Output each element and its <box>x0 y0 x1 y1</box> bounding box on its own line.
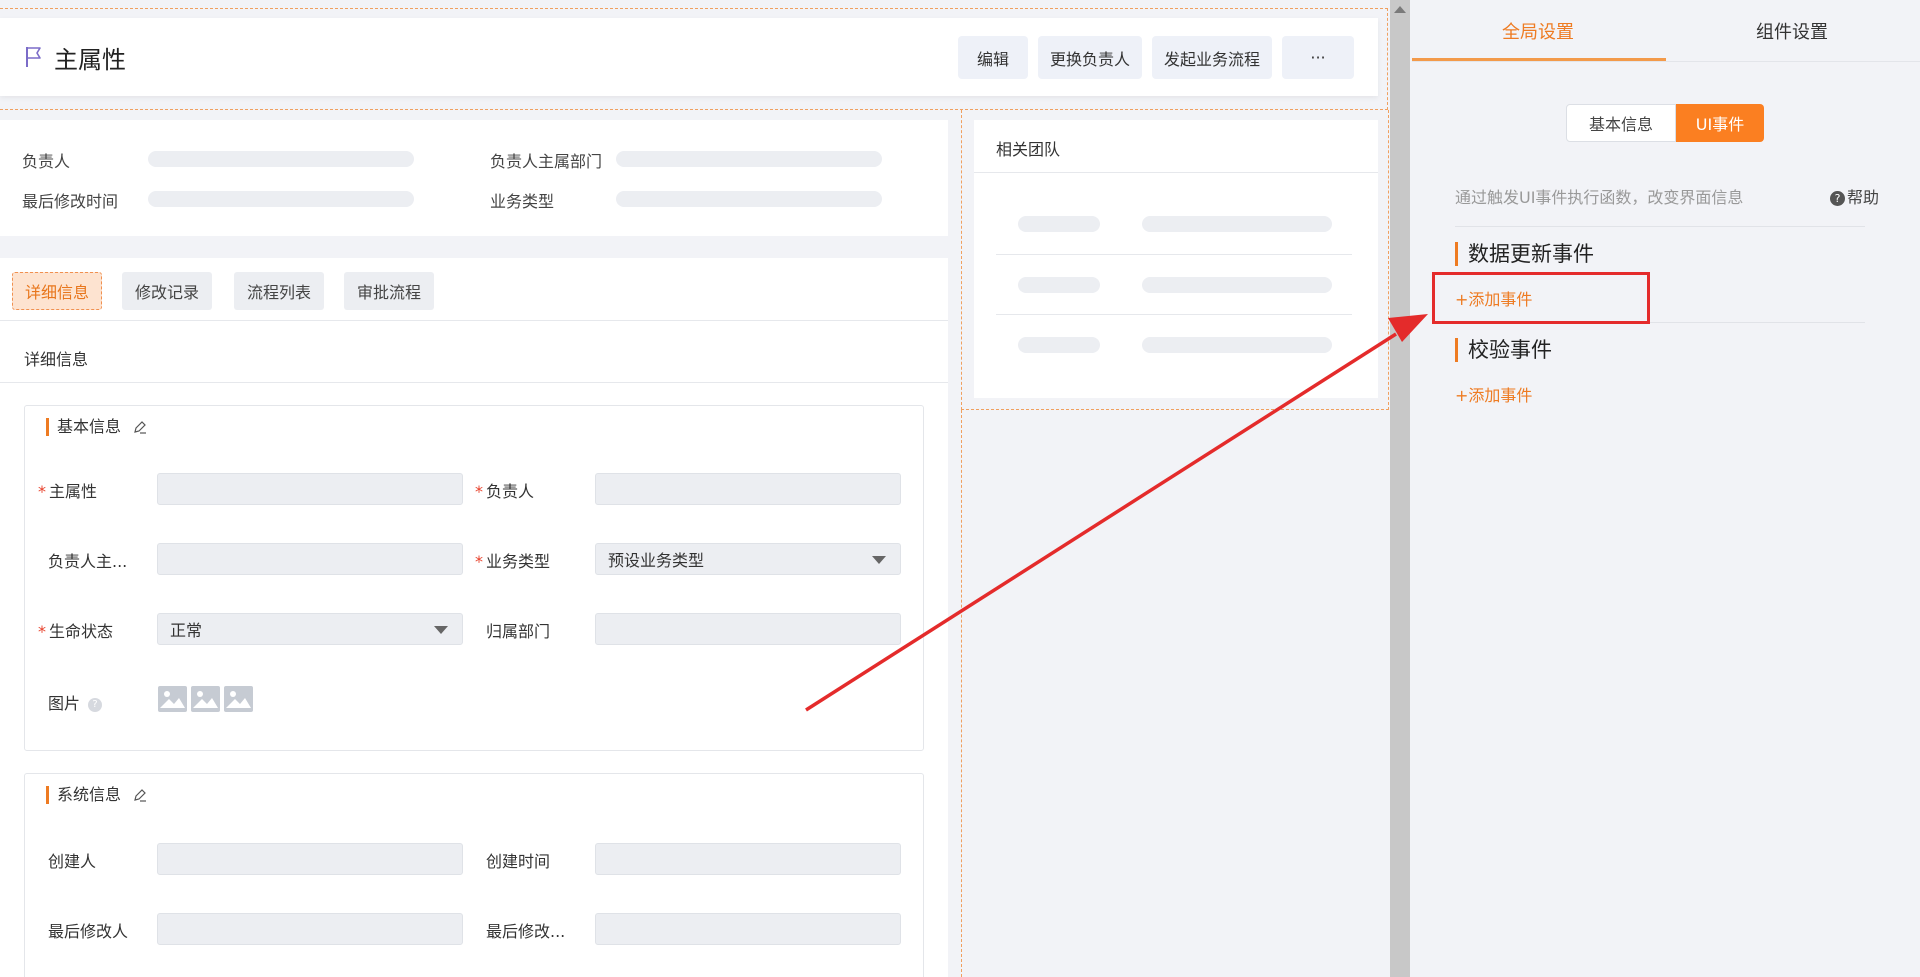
related-team-title: 相关团队 <box>996 140 1061 159</box>
change-owner-button[interactable]: 更换负责人 <box>1038 36 1142 79</box>
canvas-scrollbar[interactable] <box>1390 0 1410 977</box>
page-canvas: 主属性 编辑 更换负责人 发起业务流程 ··· 负责人 负责人主属部门 最后修改… <box>0 0 1390 977</box>
page-title: 主属性 <box>54 46 126 74</box>
main-attr-label: * 主属性 <box>38 482 98 501</box>
dept-label: 归属部门 <box>486 622 551 641</box>
add-validation-event-button[interactable]: +添加事件 <box>1455 382 1532 406</box>
system-info-group[interactable] <box>24 773 924 977</box>
section-divider <box>0 382 948 383</box>
tab-global-settings[interactable]: 全局设置 <box>1502 18 1574 44</box>
tab-component-settings[interactable]: 组件设置 <box>1756 18 1828 44</box>
question-icon: ? <box>88 697 103 712</box>
tab-process-list[interactable]: 流程列表 <box>234 272 324 310</box>
team-row-divider <box>996 254 1352 255</box>
life-status-select[interactable]: 正常 <box>157 613 463 645</box>
business-type-label: 业务类型 <box>490 192 555 211</box>
owner-label: 负责人 <box>22 152 71 171</box>
settings-panel <box>1410 0 1920 977</box>
image-placeholder-icon[interactable] <box>191 686 220 712</box>
business-type-select[interactable]: 预设业务类型 <box>595 543 901 575</box>
business-type-field-label: * 业务类型 <box>475 552 551 571</box>
chevron-down-icon <box>872 556 886 564</box>
last-modified-label: 最后修改时间 <box>22 192 119 211</box>
data-update-event-title: 数据更新事件 <box>1455 242 1594 266</box>
team-row-divider <box>996 314 1352 315</box>
help-icon: ? <box>1830 191 1845 206</box>
image-label: 图片? <box>48 690 103 714</box>
life-status-label: * 生命状态 <box>38 622 114 641</box>
creator-input[interactable] <box>157 843 463 875</box>
edit-pencil-icon[interactable] <box>133 788 147 802</box>
business-type-value-placeholder <box>616 191 882 207</box>
tab-detail[interactable]: 详细信息 <box>12 272 102 310</box>
help-link[interactable]: ? 帮助 <box>1830 184 1879 208</box>
team-skeleton <box>1018 277 1100 293</box>
image-placeholder-icon[interactable] <box>224 686 253 712</box>
team-skeleton <box>1018 337 1100 353</box>
main-attr-input[interactable] <box>157 473 463 505</box>
ui-event-hint: 通过触发UI事件执行函数，改变界面信息 <box>1455 188 1744 207</box>
last-modified-input[interactable] <box>595 913 901 945</box>
active-tab-indicator <box>1412 58 1666 61</box>
tabs-divider <box>0 320 948 321</box>
scroll-up-icon[interactable] <box>1394 6 1406 13</box>
column-guide-line <box>961 410 962 977</box>
owner-dept-field-label: 负责人主... <box>48 552 128 571</box>
team-skeleton <box>1142 337 1332 353</box>
segment-basic-info[interactable]: 基本信息 <box>1566 104 1676 142</box>
system-info-title: 系统信息 <box>46 786 121 804</box>
owner-dept-input[interactable] <box>157 543 463 575</box>
owner-input[interactable] <box>595 473 901 505</box>
tab-change-log[interactable]: 修改记录 <box>122 272 212 310</box>
team-skeleton <box>1142 277 1332 293</box>
related-team-card[interactable] <box>974 120 1378 398</box>
team-header-divider <box>974 172 1378 173</box>
detail-section-heading: 详细信息 <box>24 350 89 369</box>
image-placeholder-icon[interactable] <box>158 686 187 712</box>
created-time-input[interactable] <box>595 843 901 875</box>
last-modified-field-label: 最后修改... <box>486 922 566 941</box>
last-modifier-input[interactable] <box>157 913 463 945</box>
chevron-down-icon <box>434 626 448 634</box>
life-status-value: 正常 <box>170 621 203 640</box>
tab-approval-flow[interactable]: 审批流程 <box>344 272 434 310</box>
last-modifier-label: 最后修改人 <box>48 922 129 941</box>
highlight-annotation-box <box>1432 272 1650 324</box>
owner-field-label: * 负责人 <box>475 482 535 501</box>
edit-button[interactable]: 编辑 <box>958 36 1028 79</box>
start-workflow-button[interactable]: 发起业务流程 <box>1152 36 1272 79</box>
flag-icon <box>26 47 41 67</box>
validation-event-title: 校验事件 <box>1455 338 1552 362</box>
creator-label: 创建人 <box>48 852 97 871</box>
team-skeleton <box>1142 216 1332 232</box>
team-skeleton <box>1018 216 1100 232</box>
owner-dept-value-placeholder <box>616 151 882 167</box>
panel-tabs-divider <box>1412 61 1920 62</box>
panel-divider <box>1455 226 1865 227</box>
dept-input[interactable] <box>595 613 901 645</box>
owner-value-placeholder <box>148 151 414 167</box>
summary-card <box>0 120 948 236</box>
edit-pencil-icon[interactable] <box>133 420 147 434</box>
basic-info-title: 基本信息 <box>46 418 121 436</box>
more-button[interactable]: ··· <box>1282 36 1354 79</box>
owner-dept-label: 负责人主属部门 <box>490 152 603 171</box>
created-time-label: 创建时间 <box>486 852 551 871</box>
last-modified-value-placeholder <box>148 191 414 207</box>
segment-ui-events[interactable]: UI事件 <box>1676 104 1764 142</box>
business-type-value: 预设业务类型 <box>608 551 705 570</box>
